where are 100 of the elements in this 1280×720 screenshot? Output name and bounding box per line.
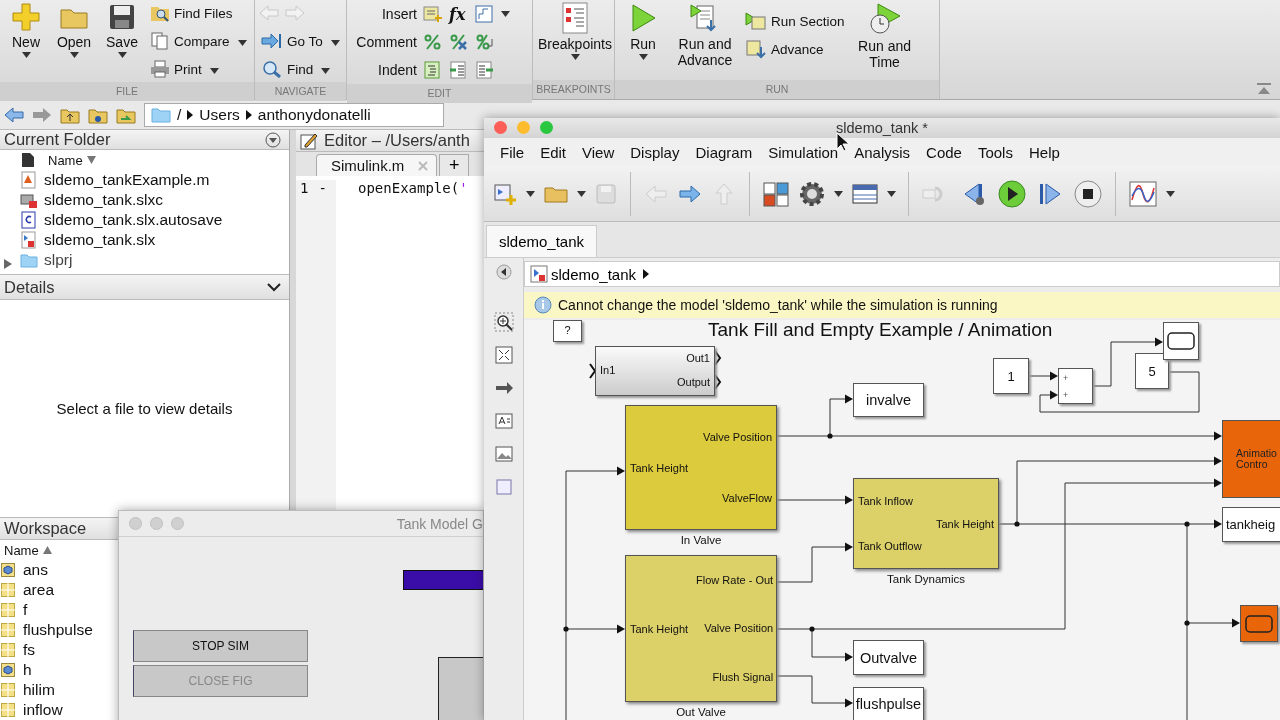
- toolstrip-button[interactable]: Run and Time: [852, 0, 917, 72]
- toolstrip-button[interactable]: Open: [52, 0, 96, 60]
- fit-view-icon[interactable]: [493, 345, 514, 365]
- library-icon[interactable]: [762, 180, 790, 207]
- subsystem-block[interactable]: In1 Out1 Output: [595, 346, 715, 396]
- image-icon[interactable]: [493, 444, 514, 464]
- toolstrip-button[interactable]: Save: [100, 0, 144, 60]
- toolstrip-button[interactable]: Breakpoints: [537, 0, 613, 62]
- caret-icon: [117, 52, 127, 58]
- path-field[interactable]: / Users anthonydonatelli: [144, 102, 444, 127]
- menu-item[interactable]: Tools: [969, 140, 1021, 164]
- gear-icon[interactable]: [798, 179, 826, 208]
- caret-icon: [570, 54, 580, 60]
- toolstrip-button[interactable]: Run: [619, 0, 667, 62]
- scope-block[interactable]: [1240, 605, 1278, 642]
- variable-name[interactable]: f: [23, 601, 28, 619]
- toolstrip-button[interactable]: Run Section: [743, 8, 847, 34]
- variable-name[interactable]: ans: [23, 561, 48, 579]
- forward-arrow-icon[interactable]: [32, 106, 52, 123]
- variable-name[interactable]: hilim: [23, 681, 55, 699]
- back-arrow-icon[interactable]: [4, 106, 24, 123]
- annotation-icon[interactable]: [493, 411, 514, 431]
- port-label: Tank Height: [630, 461, 689, 474]
- caret-icon: [577, 190, 586, 197]
- close-icon[interactable]: [418, 160, 429, 171]
- toolstrip-button[interactable]: Find Files: [148, 0, 249, 26]
- file-name[interactable]: slprj: [44, 251, 73, 269]
- wrap-comment-icon: [475, 33, 495, 51]
- menu-item[interactable]: Help: [1020, 140, 1068, 164]
- hide-explorer-icon[interactable]: [495, 264, 512, 280]
- goto-block[interactable]: flushpulse: [853, 687, 924, 720]
- file-name[interactable]: sldemo_tank.slx: [44, 231, 156, 249]
- port-label: Tank Inflow: [858, 495, 915, 508]
- constant-block[interactable]: 1: [993, 358, 1029, 394]
- caret-icon: [834, 190, 843, 197]
- port-label: Out1: [686, 352, 710, 364]
- close-button[interactable]: [494, 121, 507, 134]
- panel-menu-icon[interactable]: [265, 131, 281, 148]
- breadcrumb[interactable]: sldemo_tank: [528, 265, 639, 283]
- toolstrip-button[interactable]: Go To: [259, 28, 342, 54]
- menu-item[interactable]: Diagram: [687, 140, 761, 164]
- new-model-icon[interactable]: [492, 181, 518, 206]
- caret-icon: [638, 54, 648, 60]
- help-block[interactable]: ?: [553, 320, 582, 342]
- control-block[interactable]: Animatio Contro: [1222, 420, 1280, 498]
- run-icon[interactable]: [997, 178, 1027, 209]
- model-tab[interactable]: sldemo_tank: [486, 225, 598, 257]
- subsystem-block[interactable]: Tank Height Valve Position ValveFlow: [625, 405, 777, 530]
- menu-item[interactable]: Code: [918, 140, 970, 164]
- constant-block[interactable]: 5: [1135, 353, 1169, 389]
- variable-name[interactable]: inflow: [23, 701, 63, 719]
- breadcrumb-arrow-icon[interactable]: [642, 268, 651, 280]
- variable-name[interactable]: fs: [23, 641, 36, 659]
- variable-name[interactable]: flushpulse: [23, 621, 93, 639]
- chevron-down-icon[interactable]: [267, 282, 281, 292]
- zoom-button[interactable]: [540, 121, 553, 134]
- scope-plot-icon[interactable]: [1128, 179, 1158, 208]
- scope-block[interactable]: [1163, 322, 1199, 360]
- path-crumb[interactable]: anthonydonatelli: [257, 105, 371, 124]
- goto-block[interactable]: tankheig: [1222, 507, 1280, 542]
- toolstrip-button[interactable]: Run and Advance: [673, 0, 737, 70]
- stop-icon[interactable]: [1073, 178, 1103, 209]
- collapse-icon[interactable]: [1256, 83, 1272, 95]
- file-name[interactable]: sldemo_tank.slx.autosave: [44, 211, 223, 229]
- toolstrip-button[interactable]: Advance: [743, 36, 847, 62]
- toolstrip-button[interactable]: Find: [259, 56, 342, 82]
- insert-section-icon: [423, 5, 443, 23]
- menu-item[interactable]: File: [492, 140, 533, 164]
- area-icon[interactable]: [493, 477, 514, 497]
- menu-item[interactable]: Edit: [532, 140, 575, 164]
- column-header[interactable]: Name: [4, 542, 39, 558]
- gui-button[interactable]: STOP SIM: [133, 630, 308, 662]
- zoom-in-icon[interactable]: [493, 312, 514, 332]
- new-tab-button[interactable]: +: [439, 154, 470, 176]
- goto-block[interactable]: invalve: [853, 383, 924, 417]
- toolstrip-button[interactable]: Compare: [148, 28, 249, 54]
- subsystem-block[interactable]: Tank Inflow Tank Outflow Tank Height: [853, 478, 999, 569]
- toolstrip-button[interactable]: Print: [148, 56, 249, 82]
- caret-icon: [1166, 190, 1175, 197]
- path-crumb[interactable]: Users: [199, 105, 240, 124]
- editor-tab[interactable]: Simulink.m: [316, 154, 438, 176]
- file-name[interactable]: sldemo_tank.slxc: [44, 191, 163, 209]
- menu-item[interactable]: Analysis: [846, 140, 919, 164]
- column-header[interactable]: Name: [48, 152, 83, 168]
- variable-name[interactable]: h: [23, 661, 32, 679]
- plus-icon: [11, 2, 41, 32]
- port-label: Tank Height: [935, 517, 994, 530]
- sum-block[interactable]: + +: [1058, 368, 1093, 404]
- table-icon[interactable]: [851, 181, 879, 206]
- subsystem-block[interactable]: Tank Height Flow Rate - Out Valve Position Flush Signal: [625, 555, 777, 702]
- menu-item[interactable]: Display: [622, 140, 688, 164]
- menu-item[interactable]: View: [574, 140, 623, 164]
- expand-icon[interactable]: [4, 259, 12, 269]
- port-label: Output: [676, 376, 710, 388]
- goto-block[interactable]: Outvalve: [853, 640, 924, 675]
- toolstrip-button[interactable]: New: [4, 0, 48, 60]
- path-crumb[interactable]: /: [177, 105, 182, 124]
- variable-name[interactable]: area: [23, 581, 55, 599]
- port-chevron: [714, 350, 722, 366]
- file-name[interactable]: sldemo_tankExample.m: [44, 171, 210, 189]
